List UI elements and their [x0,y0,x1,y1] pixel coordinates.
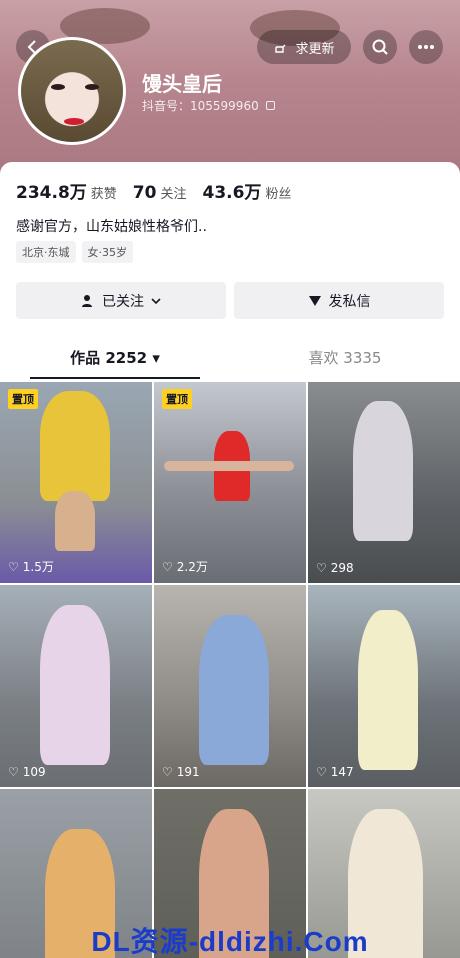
likes-count: 1.5万 [22,560,54,574]
video-thumbnail[interactable]: ♡ 191 [154,585,306,787]
video-thumbnail[interactable]: ♡ 147 [308,585,460,787]
followed-label: 已关注 [102,293,144,310]
video-likes: ♡ 2.2万 [162,558,208,575]
action-buttons: 已关注 发私信 [16,282,444,319]
video-figure [164,461,294,471]
likes-count: 2.2万 [176,560,208,574]
more-dots-icon [418,45,434,49]
profile-bio: 感谢官方，山东姑娘性格爷们.. [16,219,207,235]
source-watermark: DL资源-dldizhi.Com [91,926,369,957]
video-figure [358,610,418,770]
more-button[interactable] [409,30,443,64]
video-likes: ♡ 191 [162,765,200,779]
request-update-label: 求更新 [295,41,335,57]
heart-icon: ♡ [162,765,173,779]
stat-value: 70 [132,183,157,203]
profile-stats: 234.8万 获赞 70 关注 43.6万 粉丝 [16,178,291,203]
send-icon [308,295,321,306]
video-likes: ♡ 109 [8,765,46,779]
content-tabs: 作品 2252 ▾ 喜欢 3335 [0,340,460,380]
avatar-detail [51,84,65,90]
pinned-badge: 置顶 [8,389,38,409]
hand-pointing-icon [275,44,286,53]
video-likes: ♡ 1.5万 [8,558,54,575]
stat-label: 关注 [160,187,187,202]
profile-nickname: 馒头皇后 [142,72,222,96]
tab-underline [30,377,200,379]
location-tag: 北京·东城 [16,241,76,263]
video-figure [353,401,413,541]
video-likes: ♡ 298 [316,561,354,575]
avatar[interactable] [18,37,126,145]
send-message-button[interactable]: 发私信 [234,282,444,319]
video-thumbnail[interactable]: ♡ 298 [308,381,460,583]
heart-icon: ♡ [8,559,19,574]
avatar-image [21,40,123,142]
heart-icon: ♡ [316,561,327,575]
video-thumbnail[interactable]: 置顶 ♡ 1.5万 [0,381,152,583]
likes-count: 147 [330,765,354,779]
search-button[interactable] [363,30,397,64]
video-likes: ♡ 147 [316,765,354,779]
followed-button[interactable]: 已关注 [16,282,226,319]
likes-count: 191 [176,765,200,779]
avatar-detail [64,118,84,125]
profile-tags: 北京·东城 女·35岁 [16,241,133,263]
stat-following[interactable]: 70 关注 [133,183,187,203]
video-figure [40,391,110,501]
heart-icon: ♡ [316,765,327,779]
pinned-badge: 置顶 [162,389,192,409]
profile-info-card: 234.8万 获赞 70 关注 43.6万 粉丝 感谢官方，山东姑娘性格爷们.. 北京… [0,162,460,382]
copy-icon[interactable] [265,101,275,110]
heart-icon: ♡ [8,765,19,779]
video-thumbnail[interactable]: ♡ 109 [0,585,152,787]
stat-label: 获赞 [90,187,117,202]
video-figure [55,491,95,551]
request-update-button[interactable]: 求更新 [257,30,351,64]
search-icon [372,39,388,55]
stat-followers[interactable]: 43.6万 粉丝 [202,178,291,203]
chevron-down-icon [151,297,161,304]
user-check-icon [82,294,92,307]
video-figure [40,605,110,765]
video-thumbnail[interactable]: 置顶 ♡ 2.2万 [154,381,306,583]
send-message-label: 发私信 [328,293,371,310]
heart-icon: ♡ [162,559,173,574]
profile-id-text: 抖音号：105599960 [142,99,259,113]
gender-age-tag: 女·35岁 [81,241,133,263]
stat-value: 43.6万 [202,183,262,203]
likes-count: 298 [330,561,354,575]
avatar-detail [85,84,99,90]
video-figure [199,615,269,765]
likes-count: 109 [22,765,46,779]
profile-id[interactable]: 抖音号：105599960 [142,97,275,114]
tab-likes[interactable]: 喜欢 3335 [230,340,460,380]
tab-works[interactable]: 作品 2252 ▾ [0,340,230,380]
video-grid: 置顶 ♡ 1.5万 置顶 ♡ 2.2万 ♡ 298 ♡ 109 ♡ 191 ♡ 147 [0,381,460,958]
stat-label: 粉丝 [265,187,292,202]
stat-likes[interactable]: 234.8万 获赞 [16,178,117,203]
stat-value: 234.8万 [16,183,87,203]
